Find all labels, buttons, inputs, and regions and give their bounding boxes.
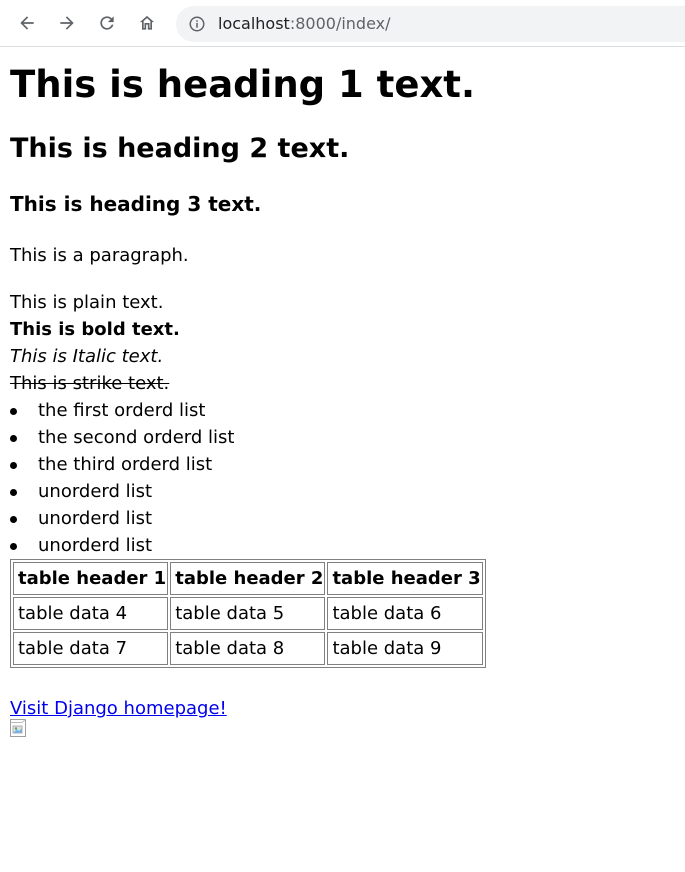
- browser-toolbar: localhost:8000/index/: [0, 0, 685, 47]
- list-item: the first orderd list: [10, 397, 685, 424]
- paragraph: This is a paragraph.: [10, 245, 189, 266]
- italic-text: This is Italic text.: [10, 346, 164, 367]
- bold-text: This is bold text.: [10, 319, 180, 340]
- list-item: the third orderd list: [10, 451, 685, 478]
- table-header-cell: table header 3: [327, 562, 483, 595]
- reload-button[interactable]: [95, 11, 119, 35]
- table-cell: table data 8: [170, 632, 326, 665]
- table-header-cell: table header 2: [170, 562, 326, 595]
- arrow-left-icon: [20, 16, 34, 30]
- home-icon: [139, 15, 155, 30]
- django-homepage-link[interactable]: Visit Django homepage!: [10, 698, 227, 719]
- strike-text: This is strike text.: [10, 373, 170, 394]
- heading-3: This is heading 3 text.: [10, 192, 262, 216]
- link-container: Visit Django homepage!: [10, 698, 685, 719]
- back-button[interactable]: [15, 11, 39, 35]
- heading-2: This is heading 2 text.: [10, 133, 350, 164]
- list-item: unorderd list: [10, 505, 685, 532]
- url-host: localhost: [218, 14, 290, 33]
- reload-icon: [100, 16, 114, 30]
- broken-image-icon: [10, 719, 26, 737]
- list-item: the second orderd list: [10, 424, 685, 451]
- heading-1: This is heading 1 text.: [10, 63, 476, 106]
- table-cell: table data 5: [170, 597, 326, 630]
- table-header-row: table header 1 table header 2 table head…: [13, 562, 483, 595]
- page-content: This is heading 1 text. This is heading …: [0, 47, 685, 737]
- table-row: table data 4 table data 5 table data 6: [13, 597, 483, 630]
- table-cell: table data 7: [13, 632, 169, 665]
- forward-button[interactable]: [55, 11, 79, 35]
- data-table: table header 1 table header 2 table head…: [10, 559, 486, 668]
- address-bar[interactable]: localhost:8000/index/: [176, 6, 685, 42]
- url-path: :8000/index/: [289, 14, 391, 33]
- table-row: table data 7 table data 8 table data 9: [13, 632, 483, 665]
- bullet-list: the first orderd list the second orderd …: [10, 397, 685, 559]
- url-text[interactable]: localhost:8000/index/: [218, 14, 391, 33]
- home-button[interactable]: [135, 11, 159, 35]
- list-item: unorderd list: [10, 532, 685, 559]
- table-cell: table data 4: [13, 597, 169, 630]
- plain-text: This is plain text.: [10, 292, 164, 313]
- table-cell: table data 9: [327, 632, 483, 665]
- arrow-right-icon: [60, 16, 74, 30]
- table-header-cell: table header 1: [13, 562, 169, 595]
- table-cell: table data 6: [327, 597, 483, 630]
- text-styles-block: This is plain text. This is bold text. T…: [10, 289, 685, 397]
- info-circle-icon[interactable]: [188, 15, 206, 33]
- list-item: unorderd list: [10, 478, 685, 505]
